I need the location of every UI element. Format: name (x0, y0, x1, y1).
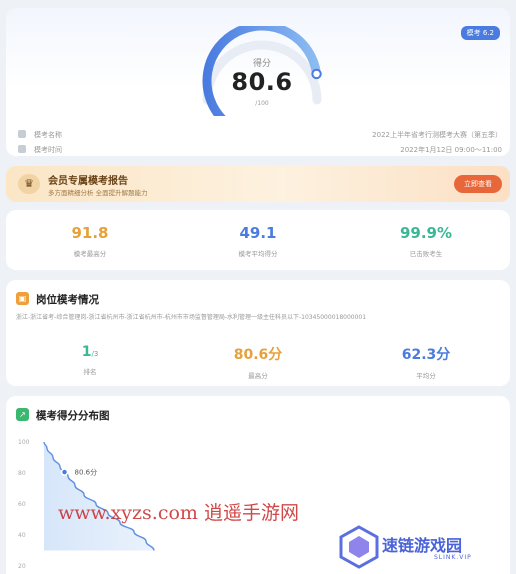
exam-time-row: 模考时间 2022年1月12日 09:00～11:00 (18, 144, 502, 156)
stat-highest: 91.8 模考最高分 (6, 224, 174, 258)
post-stat-unit: /3 (91, 350, 99, 358)
watermark-text: www.xyzs.com 逍遥手游网 (58, 502, 299, 524)
stat-average: 49.1 模考平均得分 (174, 224, 342, 258)
post-stat-label: 排名 (83, 368, 97, 376)
chart-icon: ↗ (16, 408, 29, 421)
post-path: 浙江-浙江省考-综合管理岗-浙江省杭州市-浙江省杭州市-杭州市市场监督管理局-水… (16, 314, 367, 321)
document-icon (18, 130, 26, 138)
watermark-logo: 速链游戏园 SLINK.VIP (338, 524, 510, 570)
member-report-subtitle: 多方面精细分析 全面提升解题能力 (48, 189, 148, 197)
post-section-title: 岗位模考情况 (36, 294, 99, 306)
crown-icon: ♛ (18, 174, 40, 194)
y-tick-label: 60 (18, 501, 26, 508)
exam-name-row: 模考名称 2022上半年省考行测模考大赛（第五季） (18, 129, 502, 141)
overall-stats-card: 91.8 模考最高分 49.1 模考平均得分 99.9% 已击败考生 (6, 210, 510, 270)
member-report-title: 会员专属模考报告 (48, 176, 128, 187)
my-score-point (60, 468, 69, 476)
logo-title: 速链游戏园 (382, 536, 463, 555)
post-stat-label: 最高分 (248, 372, 268, 380)
post-stat-highest: 80.6分 最高分 (174, 344, 342, 380)
distribution-area (44, 442, 154, 551)
score-value: 80.6 (231, 68, 293, 96)
clock-icon (18, 145, 26, 153)
y-tick-label: 80 (18, 470, 26, 477)
stat-value: 91.8 (71, 224, 109, 242)
view-report-button[interactable]: 立即查看 (454, 175, 502, 193)
post-stat-value: 62.3分 (401, 347, 451, 363)
stat-label: 已击败考生 (409, 250, 443, 258)
my-score-label: 80.6分 (75, 468, 98, 477)
exam-time-label: 模考时间 (34, 146, 62, 154)
stat-label: 模考最高分 (73, 250, 107, 258)
stat-label: 模考平均得分 (238, 250, 278, 258)
distribution-section-title: 模考得分分布图 (36, 410, 110, 422)
post-stat-value: 80.6分 (233, 347, 283, 363)
version-badge[interactable]: 模考 6.2 (460, 26, 500, 40)
post-stat-rank: 1/3 排名 (6, 344, 174, 376)
stat-beaten: 99.9% 已击败考生 (342, 224, 510, 258)
stat-value: 99.9% (399, 224, 453, 242)
exam-name-label: 模考名称 (34, 131, 62, 139)
briefcase-icon: ▣ (16, 292, 29, 305)
score-total: /100 (255, 100, 269, 107)
logo-cube-icon (339, 525, 379, 569)
score-card: 得分 80.6 /100 模考 6.2 模考名称 2022上半年省考行测模考大赛… (6, 8, 510, 156)
post-stat-value: 1/3 (81, 344, 99, 360)
y-tick-label: 40 (18, 532, 26, 539)
logo-subtitle: SLINK.VIP (434, 554, 472, 561)
post-stat-average: 62.3分 平均分 (342, 344, 510, 380)
y-tick-label: 100 (18, 439, 30, 446)
exam-time-value: 2022年1月12日 09:00～11:00 (400, 146, 502, 154)
post-stat-label: 平均分 (416, 372, 436, 380)
post-stats-card: ▣ 岗位模考情况 浙江-浙江省考-综合管理岗-浙江省杭州市-浙江省杭州市-杭州市… (6, 280, 510, 386)
y-axis: 100 80 60 40 20 (18, 439, 30, 570)
y-tick-label: 20 (18, 563, 26, 570)
member-report-banner[interactable]: ♛ 会员专属模考报告 多方面精细分析 全面提升解题能力 立即查看 (6, 166, 510, 202)
exam-name-value: 2022上半年省考行测模考大赛（第五季） (372, 131, 502, 139)
stat-value: 49.1 (239, 224, 277, 242)
